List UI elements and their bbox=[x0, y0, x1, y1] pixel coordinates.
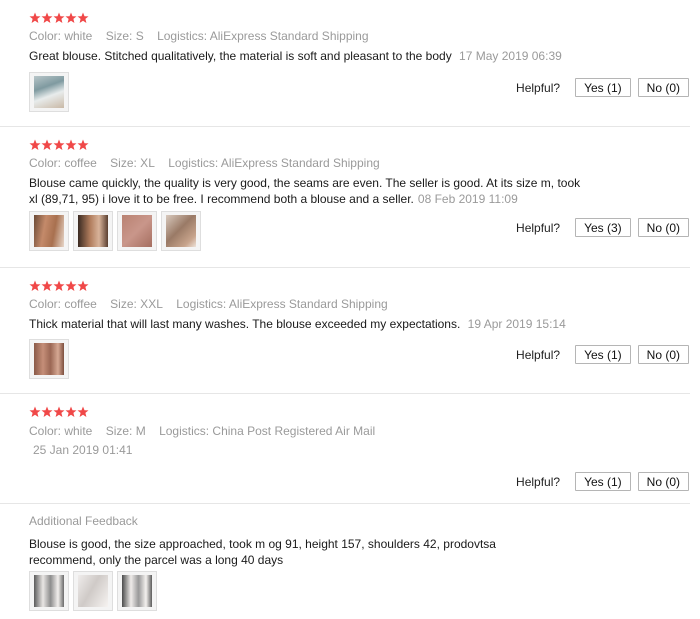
star-icon bbox=[41, 139, 53, 151]
review-date: 25 Jan 2019 01:41 bbox=[33, 443, 142, 457]
star-icon bbox=[65, 12, 77, 24]
star-icon bbox=[29, 280, 41, 292]
color-label: Color: coffee bbox=[29, 297, 97, 311]
review-meta: Color: coffee Size: XXL Logistics: AliEx… bbox=[29, 297, 398, 311]
star-icon bbox=[77, 12, 89, 24]
review-photo-thumbnail[interactable] bbox=[29, 211, 69, 251]
review-photos bbox=[29, 339, 73, 379]
review-photo-thumbnail[interactable] bbox=[29, 339, 69, 379]
helpful-yes-button[interactable]: Yes (1) bbox=[575, 345, 631, 364]
additional-feedback-line: recommend, only the parcel was a long 40… bbox=[29, 553, 284, 567]
size-label: Size: M bbox=[105, 424, 146, 438]
star-icon bbox=[53, 280, 65, 292]
review-text: Blouse came quickly, the quality is very… bbox=[29, 175, 619, 207]
review-divider bbox=[0, 503, 690, 504]
rating-stars bbox=[29, 406, 89, 418]
star-icon bbox=[77, 280, 89, 292]
star-icon bbox=[29, 12, 41, 24]
review-photo-thumbnail[interactable] bbox=[117, 211, 157, 251]
star-icon bbox=[65, 406, 77, 418]
review-body: Thick material that will last many washe… bbox=[29, 317, 461, 331]
review-photo-thumbnail[interactable] bbox=[73, 211, 113, 251]
rating-stars bbox=[29, 280, 89, 292]
review-text: Thick material that will last many washe… bbox=[29, 316, 566, 332]
review-body-line: xl (89,71, 95) i love it to be free. I r… bbox=[29, 192, 414, 206]
helpful-bar: Helpful? Yes (1) No (0) bbox=[516, 344, 689, 365]
star-icon bbox=[53, 12, 65, 24]
color-label: Color: white bbox=[29, 424, 93, 438]
review-body-line: Blouse came quickly, the quality is very… bbox=[29, 176, 581, 190]
color-label: Color: coffee bbox=[29, 156, 97, 170]
star-icon bbox=[41, 280, 53, 292]
size-label: Size: S bbox=[105, 29, 144, 43]
logistics-label: Logistics: AliExpress Standard Shipping bbox=[176, 297, 388, 311]
helpful-label: Helpful? bbox=[516, 80, 561, 95]
star-icon bbox=[77, 406, 89, 418]
review-body: Great blouse. Stitched qualitatively, th… bbox=[29, 49, 452, 63]
review-date: 19 Apr 2019 15:14 bbox=[467, 317, 566, 331]
star-icon bbox=[53, 406, 65, 418]
review-meta: Color: coffee Size: XL Logistics: AliExp… bbox=[29, 156, 390, 170]
review-photo-thumbnail[interactable] bbox=[29, 72, 69, 112]
size-label: Size: XL bbox=[110, 156, 155, 170]
helpful-yes-button[interactable]: Yes (3) bbox=[575, 218, 631, 237]
star-icon bbox=[41, 12, 53, 24]
review-photo-thumbnail[interactable] bbox=[29, 571, 69, 611]
logistics-label: Logistics: AliExpress Standard Shipping bbox=[168, 156, 380, 170]
helpful-no-button[interactable]: No (0) bbox=[637, 345, 689, 364]
review-photo-thumbnail[interactable] bbox=[117, 571, 157, 611]
size-label: Size: XXL bbox=[110, 297, 163, 311]
helpful-bar: Helpful? Yes (3) No (0) bbox=[516, 217, 689, 238]
review-date: 08 Feb 2019 11:09 bbox=[417, 192, 518, 206]
review-date-text: 25 Jan 2019 01:41 bbox=[33, 443, 133, 457]
review-divider bbox=[0, 267, 690, 268]
review-date: 17 May 2019 06:39 bbox=[459, 49, 562, 63]
helpful-no-button[interactable]: No (0) bbox=[637, 472, 689, 491]
additional-feedback-text: Blouse is good, the size approached, too… bbox=[29, 536, 529, 568]
additional-feedback-label: Additional Feedback bbox=[29, 514, 138, 528]
review-photos bbox=[29, 211, 205, 251]
logistics-label: Logistics: AliExpress Standard Shipping bbox=[157, 29, 369, 43]
star-icon bbox=[29, 406, 41, 418]
helpful-label: Helpful? bbox=[516, 347, 561, 362]
star-icon bbox=[65, 280, 77, 292]
additional-feedback-line: Blouse is good, the size approached, too… bbox=[29, 537, 496, 551]
helpful-no-button[interactable]: No (0) bbox=[637, 218, 689, 237]
review-meta: Color: white Size: S Logistics: AliExpre… bbox=[29, 29, 379, 43]
star-icon bbox=[53, 139, 65, 151]
color-label: Color: white bbox=[29, 29, 93, 43]
helpful-yes-button[interactable]: Yes (1) bbox=[575, 472, 631, 491]
review-photo-thumbnail[interactable] bbox=[161, 211, 201, 251]
helpful-label: Helpful? bbox=[516, 474, 561, 489]
helpful-no-button[interactable]: No (0) bbox=[637, 78, 689, 97]
helpful-bar: Helpful? Yes (1) No (0) bbox=[516, 77, 689, 98]
star-icon bbox=[77, 139, 89, 151]
star-icon bbox=[65, 139, 77, 151]
rating-stars bbox=[29, 139, 89, 151]
helpful-yes-button[interactable]: Yes (1) bbox=[575, 78, 631, 97]
review-text: Great blouse. Stitched qualitatively, th… bbox=[29, 48, 562, 64]
helpful-label: Helpful? bbox=[516, 220, 561, 235]
rating-stars bbox=[29, 12, 89, 24]
review-photos bbox=[29, 72, 73, 112]
review-photos bbox=[29, 571, 161, 611]
review-meta: Color: white Size: M Logistics: China Po… bbox=[29, 424, 385, 438]
review-divider bbox=[0, 126, 690, 127]
star-icon bbox=[29, 139, 41, 151]
logistics-label: Logistics: China Post Registered Air Mai… bbox=[159, 424, 376, 438]
helpful-bar: Helpful? Yes (1) No (0) bbox=[516, 471, 689, 492]
star-icon bbox=[41, 406, 53, 418]
review-photo-thumbnail[interactable] bbox=[73, 571, 113, 611]
review-divider bbox=[0, 393, 690, 394]
